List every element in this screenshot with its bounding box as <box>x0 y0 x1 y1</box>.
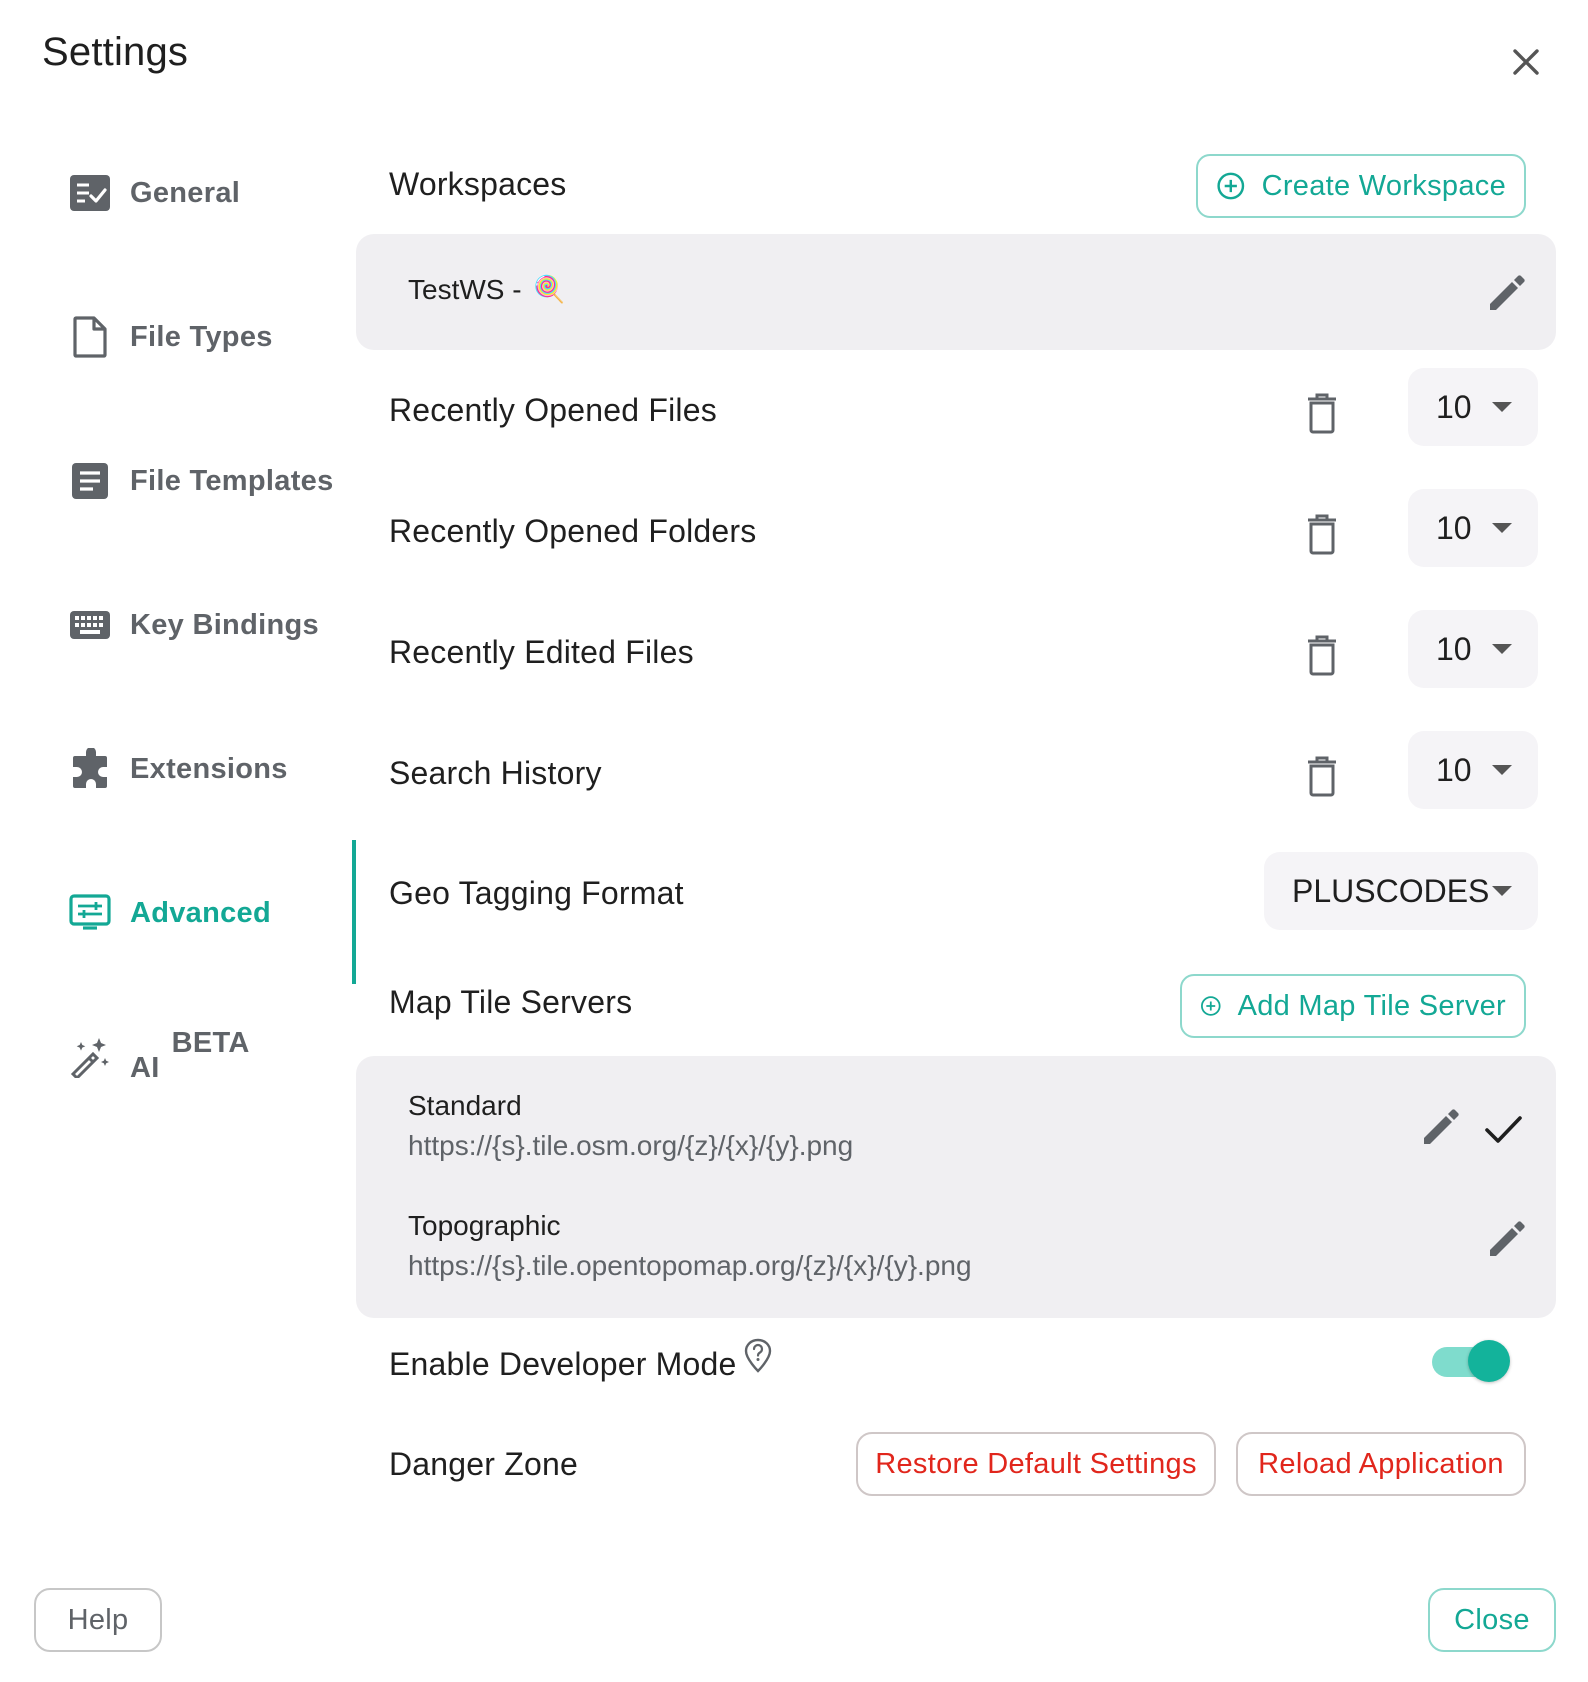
sidebar-item-label: General <box>130 176 241 209</box>
beta-badge: BETA <box>171 1026 250 1059</box>
magic-wand-icon <box>68 1035 112 1079</box>
plus-circle-icon <box>1217 172 1245 200</box>
map-tile-server-list: Standard https://{s}.tile.osm.org/{z}/{x… <box>356 1056 1556 1318</box>
map-tile-servers-label: Map Tile Servers <box>389 984 633 1020</box>
recent-files-count-select[interactable]: 10 <box>1408 368 1538 446</box>
restore-default-settings-button[interactable]: Restore Default Settings <box>856 1432 1216 1496</box>
sidebar-item-label: File Templates <box>130 464 334 497</box>
developer-mode-toggle[interactable] <box>1432 1338 1512 1384</box>
plus-circle-icon <box>1201 996 1221 1016</box>
create-workspace-button[interactable]: Create Workspace <box>1196 154 1526 218</box>
file-template-icon <box>68 459 112 503</box>
add-map-tile-server-button[interactable]: Add Map Tile Server <box>1180 974 1526 1038</box>
sidebar-item-advanced[interactable]: Advanced <box>68 888 271 938</box>
sidebar-item-label: Advanced <box>130 896 271 929</box>
trash-icon[interactable] <box>1304 755 1340 797</box>
workspaces-label: Workspaces <box>389 166 567 202</box>
sidebar-item-label: File Types <box>130 320 273 353</box>
help-button[interactable]: Help <box>34 1588 162 1652</box>
developer-mode-row: Enable Developer Mode <box>389 1338 773 1383</box>
sidebar-item-file-templates[interactable]: File Templates <box>68 456 334 506</box>
sidebar-item-key-bindings[interactable]: Key Bindings <box>68 600 319 650</box>
recent-edited-count-select[interactable]: 10 <box>1408 610 1538 688</box>
tile-server-url: https://{s}.tile.opentopomap.org/{z}/{x}… <box>408 1250 972 1281</box>
select-value: 10 <box>1436 509 1472 546</box>
caret-down-icon <box>1492 886 1512 896</box>
active-nav-indicator <box>352 840 356 984</box>
puzzle-icon <box>68 747 112 791</box>
sidebar-item-ai[interactable]: AI BETA <box>68 1027 250 1084</box>
geo-tagging-select[interactable]: PLUSCODES <box>1264 852 1538 930</box>
close-button[interactable]: Close <box>1428 1588 1556 1652</box>
create-workspace-label: Create Workspace <box>1261 169 1506 202</box>
recent-files-label: Recently Opened Files <box>389 392 717 428</box>
select-value: 10 <box>1436 751 1472 788</box>
tile-server-url: https://{s}.tile.osm.org/{z}/{x}/{y}.png <box>408 1130 854 1161</box>
help-pin-icon[interactable] <box>743 1338 773 1374</box>
select-value: 10 <box>1436 388 1472 425</box>
file-icon <box>68 315 112 359</box>
tile-server-name: Standard <box>408 1090 522 1121</box>
recent-folders-count-select[interactable]: 10 <box>1408 489 1538 567</box>
geo-tagging-label: Geo Tagging Format <box>389 875 684 911</box>
sidebar-item-file-types[interactable]: File Types <box>68 312 273 362</box>
sidebar-item-general[interactable]: General <box>68 168 240 218</box>
advanced-settings-icon <box>68 891 112 935</box>
edit-icon[interactable] <box>1486 1218 1528 1260</box>
check-icon <box>1482 1108 1524 1150</box>
add-map-tile-server-label: Add Map Tile Server <box>1237 989 1506 1022</box>
recent-folders-label: Recently Opened Folders <box>389 513 757 549</box>
caret-down-icon <box>1492 523 1512 533</box>
workspace-emoji: 🍭 <box>533 275 566 305</box>
developer-mode-label: Enable Developer Mode <box>389 1346 737 1382</box>
caret-down-icon <box>1492 644 1512 654</box>
recent-edited-label: Recently Edited Files <box>389 634 694 670</box>
trash-icon[interactable] <box>1304 392 1340 434</box>
workspace-list: TestWS - 🍭 <box>356 234 1556 350</box>
edit-icon[interactable] <box>1486 272 1528 314</box>
keyboard-icon <box>68 603 112 647</box>
search-history-label: Search History <box>389 755 602 791</box>
workspace-item[interactable]: TestWS - 🍭 <box>408 274 566 306</box>
sidebar-item-label: AI <box>130 1051 160 1084</box>
caret-down-icon <box>1492 402 1512 412</box>
trash-icon[interactable] <box>1304 634 1340 676</box>
settings-dialog: Settings General File Types File Templat… <box>0 0 1588 1682</box>
danger-zone-label: Danger Zone <box>389 1446 578 1482</box>
select-value: PLUSCODES <box>1292 872 1490 909</box>
select-value: 10 <box>1436 630 1472 667</box>
general-check-list-icon <box>68 171 112 215</box>
reload-application-button[interactable]: Reload Application <box>1236 1432 1526 1496</box>
dialog-title: Settings <box>42 30 189 74</box>
close-icon[interactable] <box>1506 42 1546 82</box>
workspace-name: TestWS - <box>408 274 530 305</box>
toggle-knob <box>1468 1340 1510 1382</box>
sidebar-item-extensions[interactable]: Extensions <box>68 744 288 794</box>
tile-server-name: Topographic <box>408 1210 561 1241</box>
trash-icon[interactable] <box>1304 513 1340 555</box>
search-history-count-select[interactable]: 10 <box>1408 731 1538 809</box>
sidebar-item-label: Key Bindings <box>130 608 319 641</box>
sidebar-item-label: Extensions <box>130 752 288 785</box>
edit-icon[interactable] <box>1420 1106 1462 1148</box>
caret-down-icon <box>1492 765 1512 775</box>
